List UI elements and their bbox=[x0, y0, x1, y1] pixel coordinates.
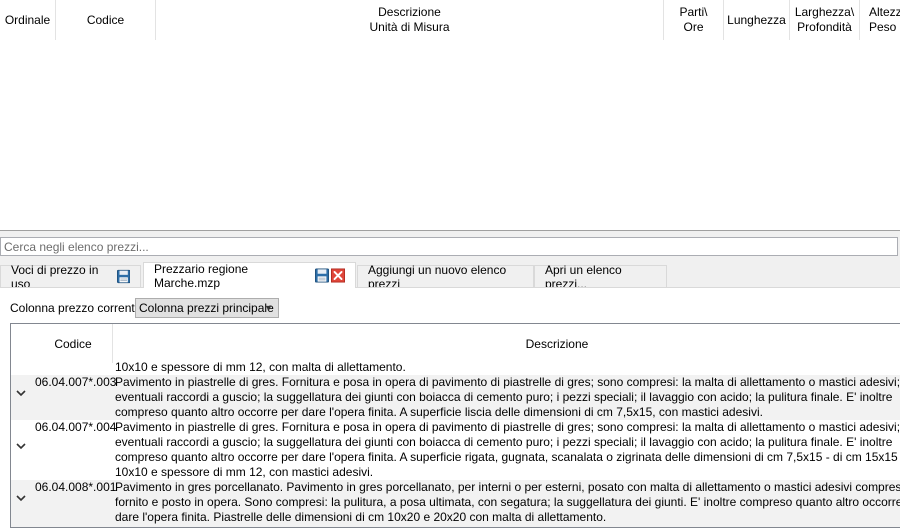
column-label: Larghezza\ bbox=[794, 5, 855, 19]
row-code: 06.04.007*.003 bbox=[35, 375, 117, 389]
column-header-ordinale[interactable]: Ordinale bbox=[0, 0, 56, 40]
column-label: Altezz bbox=[869, 5, 900, 19]
table-row[interactable]: 10x10 e spessore di mm 12, con malta di … bbox=[11, 360, 900, 375]
column-label: Profondità bbox=[797, 20, 852, 34]
row-description-line: Pavimento in piastrelle di gres. Fornitu… bbox=[115, 420, 900, 434]
column-label: Parti\ bbox=[679, 5, 708, 19]
row-description-line: fornito e posto in opera. Sono compresi:… bbox=[115, 495, 900, 509]
expand-row-button[interactable] bbox=[15, 493, 29, 503]
column-header-larghezza[interactable]: Larghezza\ Profondità bbox=[790, 0, 860, 40]
row-description-line: dare l'opera finita. Piastrelle delle di… bbox=[115, 510, 607, 524]
row-code: 06.04.007*.004 bbox=[35, 420, 117, 434]
column-header-altezza[interactable]: Altezz Peso bbox=[860, 0, 900, 40]
expand-row-button[interactable] bbox=[15, 441, 29, 451]
elenco-prezzi-grid[interactable]: Codice Descrizione 10x10 e spessore di m… bbox=[10, 323, 900, 528]
column-header-descrizione[interactable]: Descrizione bbox=[112, 324, 900, 363]
chevron-down-icon bbox=[16, 495, 26, 502]
column-header-lunghezza[interactable]: Lunghezza bbox=[724, 0, 790, 40]
row-description-line: eventuali raccordi a guscio; la suggella… bbox=[115, 390, 893, 404]
tab-prezzario-marche[interactable]: Prezzario regione Marche.mzp bbox=[143, 261, 356, 290]
table-row[interactable]: 06.04.007*.004 Pavimento in piastrelle d… bbox=[11, 420, 900, 480]
column-header-codice[interactable]: Codice bbox=[56, 0, 156, 40]
row-description-line: compreso quanto altro occorre per dare l… bbox=[115, 450, 900, 464]
tab-aggiungi-elenco[interactable]: Aggiungi un nuovo elenco prezzi bbox=[357, 263, 534, 291]
row-description-line: 10x10 e spessore di mm 12, con mastici a… bbox=[115, 465, 374, 479]
column-label: Peso bbox=[869, 20, 897, 34]
colonna-prezzo-select[interactable]: Colonna prezzi principale ▼ bbox=[135, 298, 279, 318]
column-label: Descrizione bbox=[525, 336, 589, 351]
tab-label: Prezzario regione Marche.mzp bbox=[154, 261, 249, 290]
row-description-line: Pavimento in piastrelle di gres. Fornitu… bbox=[115, 375, 900, 389]
row-description-line: compreso quanto altro occorre per dare l… bbox=[115, 405, 763, 419]
tab-apri-elenco[interactable]: Apri un elenco prezzi... bbox=[534, 263, 667, 291]
column-label: Lunghezza bbox=[727, 12, 786, 27]
chevron-down-icon bbox=[16, 390, 26, 397]
search-input[interactable] bbox=[0, 237, 898, 256]
chevron-down-icon: ▼ bbox=[264, 303, 273, 313]
colonna-prezzo-label: Colonna prezzo corrente bbox=[10, 301, 142, 315]
table-row[interactable]: 06.04.007*.003 Pavimento in piastrelle d… bbox=[11, 375, 900, 420]
column-label: Descrizione bbox=[378, 5, 441, 19]
save-icon[interactable] bbox=[314, 268, 329, 283]
column-label: Ordinale bbox=[4, 12, 51, 27]
save-icon[interactable] bbox=[116, 269, 130, 284]
column-header-descrizione[interactable]: Descrizione Unità di Misura bbox=[156, 0, 664, 40]
column-label: Unità di Misura bbox=[369, 20, 450, 34]
table-row[interactable]: 06.04.008*.001 Pavimento in gres porcell… bbox=[11, 480, 900, 527]
row-description-line: Pavimento in gres porcellanato. Paviment… bbox=[115, 480, 900, 494]
close-icon[interactable] bbox=[330, 268, 345, 283]
column-label: Ore bbox=[683, 20, 704, 34]
chevron-down-icon bbox=[16, 443, 26, 450]
column-header-parti-ore[interactable]: Parti\ Ore bbox=[664, 0, 724, 40]
row-code: 06.04.008*.001 bbox=[35, 480, 117, 494]
expand-row-button[interactable] bbox=[15, 388, 29, 398]
tab-voci-in-uso[interactable]: Voci di prezzo in uso bbox=[0, 263, 141, 291]
column-label: Codice bbox=[86, 12, 125, 27]
column-label: Codice bbox=[54, 336, 92, 351]
voci-grid[interactable]: Ordinale Codice Descrizione Unità di Mis… bbox=[0, 0, 900, 231]
row-description-line: eventuali raccordi a guscio; la suggella… bbox=[115, 435, 893, 449]
column-header-codice[interactable]: Codice bbox=[35, 324, 111, 363]
select-value: Colonna prezzi principale bbox=[139, 301, 274, 315]
row-description-line: 10x10 e spessore di mm 12, con malta di … bbox=[115, 360, 406, 374]
